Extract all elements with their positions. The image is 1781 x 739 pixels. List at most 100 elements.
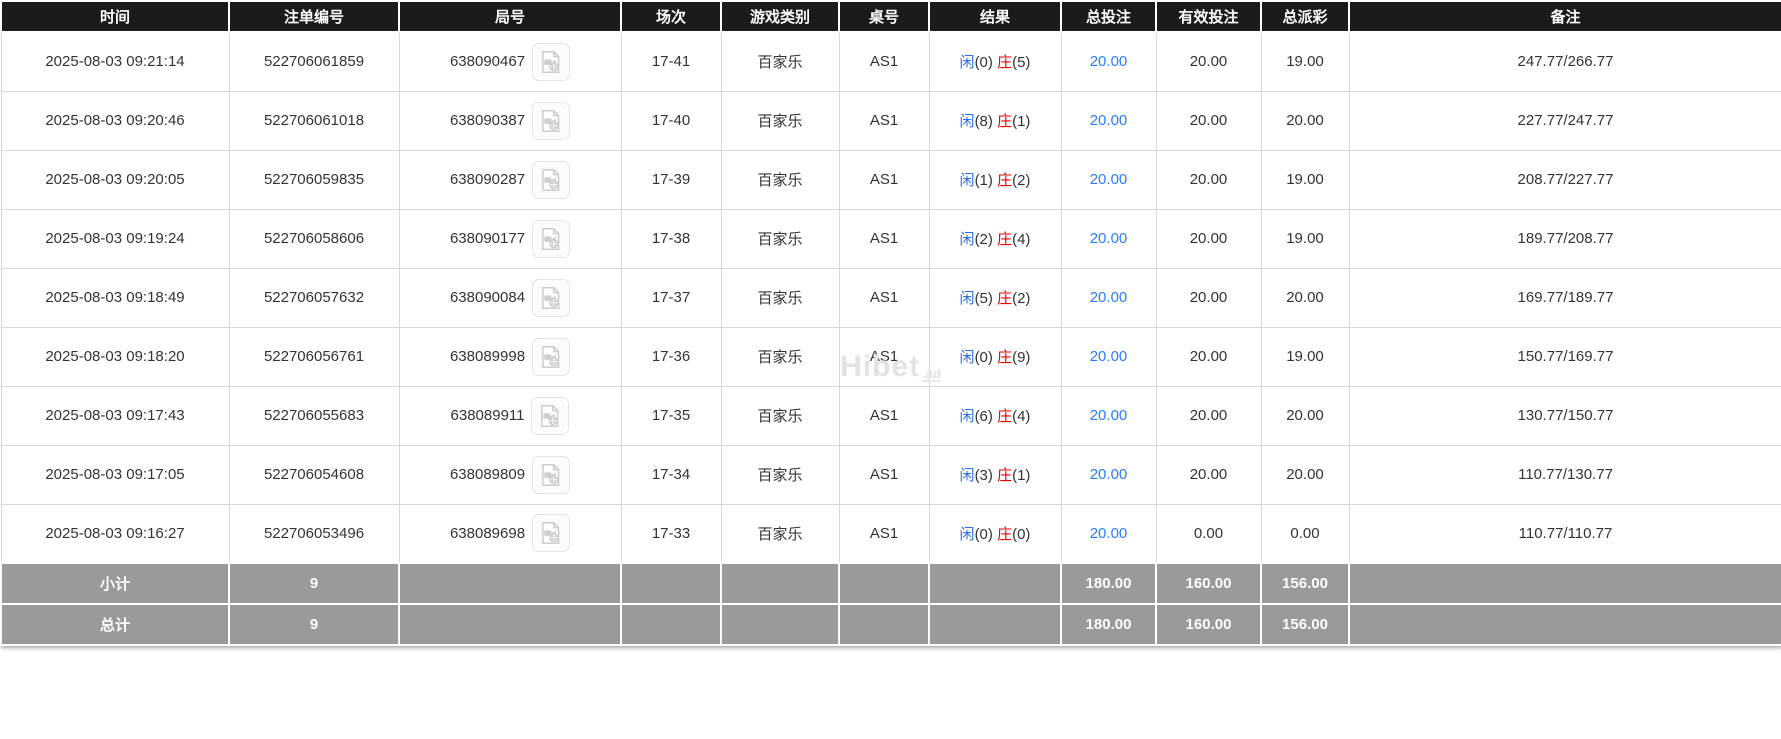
result-xian-value: (0) (974, 349, 993, 366)
cell-session: 17-34 (620, 444, 722, 505)
cell-total-bet: 20.00 (1060, 31, 1157, 92)
round-id-value: 638090467 (449, 53, 526, 71)
cell-game-type: 百家乐 (720, 503, 840, 564)
cell-round-id: 638090177 (398, 208, 622, 269)
total-bet-link[interactable]: 20.00 (1090, 348, 1128, 365)
total-bet-link[interactable]: 20.00 (1090, 525, 1128, 542)
result-zhuang-value: (9) (1012, 349, 1031, 366)
cell-result: 闲(3) 庄(1) (928, 444, 1062, 505)
cell-game-type: 百家乐 (720, 385, 840, 446)
result-zhuang-label: 庄 (997, 54, 1013, 72)
video-replay-button[interactable] (532, 455, 571, 494)
video-file-icon (538, 167, 564, 193)
cell-result: 闲(1) 庄(2) (928, 149, 1062, 210)
header-game-type: 游戏类别 (720, 0, 840, 33)
video-replay-button[interactable] (532, 101, 571, 140)
result-xian-label: 闲 (959, 54, 975, 72)
cell-game-type: 百家乐 (720, 149, 840, 210)
result-zhuang-value: (2) (1012, 172, 1031, 189)
result-xian-label: 闲 (959, 231, 975, 248)
round-id-value: 638090177 (449, 230, 526, 247)
result-xian-value: (0) (974, 525, 993, 543)
result-zhuang-label: 庄 (997, 467, 1013, 484)
video-replay-button[interactable] (532, 278, 571, 317)
total-row: 总计 9 180.00 160.00 156.00 (0, 603, 1781, 646)
result-zhuang-label: 庄 (997, 349, 1013, 366)
round-id-value: 638089998 (449, 348, 526, 365)
cell-total-bet: 20.00 (1060, 385, 1157, 446)
round-id-value: 638090387 (449, 112, 526, 129)
cell-result: 闲(0) 庄(0) (928, 503, 1062, 564)
cell-total-bet: 20.00 (1060, 208, 1157, 269)
cell-time: 2025-08-03 09:20:05 (0, 149, 230, 210)
footer-empty-cell (620, 562, 722, 605)
total-payout: 156.00 (1260, 603, 1350, 646)
total-bet-link[interactable]: 20.00 (1090, 171, 1128, 188)
cell-valid-bet: 20.00 (1155, 208, 1262, 269)
round-id-value: 638089698 (449, 524, 526, 542)
cell-table-no: AS1 (838, 326, 930, 387)
cell-time: 2025-08-03 09:20:46 (0, 90, 230, 151)
cell-bet-id: 522706055683 (228, 385, 400, 446)
video-replay-button[interactable] (532, 42, 571, 81)
video-file-icon (538, 462, 564, 488)
video-replay-button[interactable] (532, 160, 571, 199)
video-replay-button[interactable] (532, 219, 571, 258)
cell-valid-bet: 20.00 (1155, 149, 1262, 210)
video-replay-button[interactable] (532, 337, 571, 376)
header-remark: 备注 (1348, 0, 1781, 33)
result-xian-label: 闲 (959, 172, 975, 189)
round-id-value: 638090287 (449, 171, 526, 188)
header-valid-bet: 有效投注 (1155, 0, 1262, 33)
cell-total-bet: 20.00 (1060, 503, 1157, 564)
cell-bet-id: 522706054608 (228, 444, 400, 505)
video-replay-button[interactable] (532, 514, 571, 553)
bet-records-section: 时间 注单编号 局号 场次 游戏类别 桌号 结果 总投注 有效投注 总派彩 备注… (0, 0, 1781, 646)
cell-table-no: AS1 (838, 503, 930, 564)
cell-remark: 247.77/266.77 (1348, 31, 1781, 92)
table-row: 2025-08-03 09:21:14 522706061859 6380904… (0, 31, 1781, 92)
video-file-icon (538, 520, 564, 546)
result-xian-value: (8) (974, 113, 993, 130)
cell-game-type: 百家乐 (720, 267, 840, 328)
table-header: 时间 注单编号 局号 场次 游戏类别 桌号 结果 总投注 有效投注 总派彩 备注 (0, 0, 1781, 33)
subtotal-label: 小计 (0, 562, 230, 605)
subtotal-valid-bet: 160.00 (1155, 562, 1262, 605)
cell-valid-bet: 0.00 (1155, 503, 1262, 564)
total-count: 9 (228, 603, 400, 646)
total-bet-link[interactable]: 20.00 (1090, 407, 1128, 424)
header-session: 场次 (620, 0, 722, 33)
cell-total-bet: 20.00 (1060, 444, 1157, 505)
cell-remark: 150.77/169.77 (1348, 326, 1781, 387)
cell-round-id: 638090387 (398, 90, 622, 151)
subtotal-row: 小计 9 180.00 160.00 156.00 (0, 562, 1781, 605)
cell-time: 2025-08-03 09:17:43 (0, 385, 230, 446)
total-bet-link[interactable]: 20.00 (1090, 466, 1128, 483)
total-bet-link[interactable]: 20.00 (1090, 289, 1128, 306)
total-bet-link[interactable]: 20.00 (1090, 230, 1128, 247)
cell-game-type: 百家乐 (720, 208, 840, 269)
header-payout: 总派彩 (1260, 0, 1350, 33)
cell-result: 闲(0) 庄(9) (928, 326, 1062, 387)
result-zhuang-value: (2) (1012, 290, 1031, 307)
header-table-no: 桌号 (838, 0, 930, 33)
cell-session: 17-39 (620, 149, 722, 210)
cell-remark: 110.77/130.77 (1348, 444, 1781, 505)
footer-empty-cell (928, 603, 1062, 646)
result-xian-label: 闲 (959, 467, 975, 484)
cell-valid-bet: 20.00 (1155, 444, 1262, 505)
video-replay-button[interactable] (531, 396, 570, 435)
cell-remark: 110.77/110.77 (1348, 503, 1781, 564)
total-bet-link[interactable]: 20.00 (1090, 112, 1128, 129)
cell-payout: 20.00 (1260, 444, 1350, 505)
cell-round-id: 638089698 (398, 503, 622, 564)
cell-session: 17-37 (620, 267, 722, 328)
cell-total-bet: 20.00 (1060, 90, 1157, 151)
subtotal-payout: 156.00 (1260, 562, 1350, 605)
cell-round-id: 638089809 (398, 444, 622, 505)
footer-empty-cell (720, 603, 840, 646)
total-bet-link[interactable]: 20.00 (1090, 53, 1128, 70)
result-xian-label: 闲 (959, 290, 975, 307)
cell-table-no: AS1 (838, 208, 930, 269)
bet-records-table: 时间 注单编号 局号 场次 游戏类别 桌号 结果 总投注 有效投注 总派彩 备注… (0, 0, 1781, 646)
